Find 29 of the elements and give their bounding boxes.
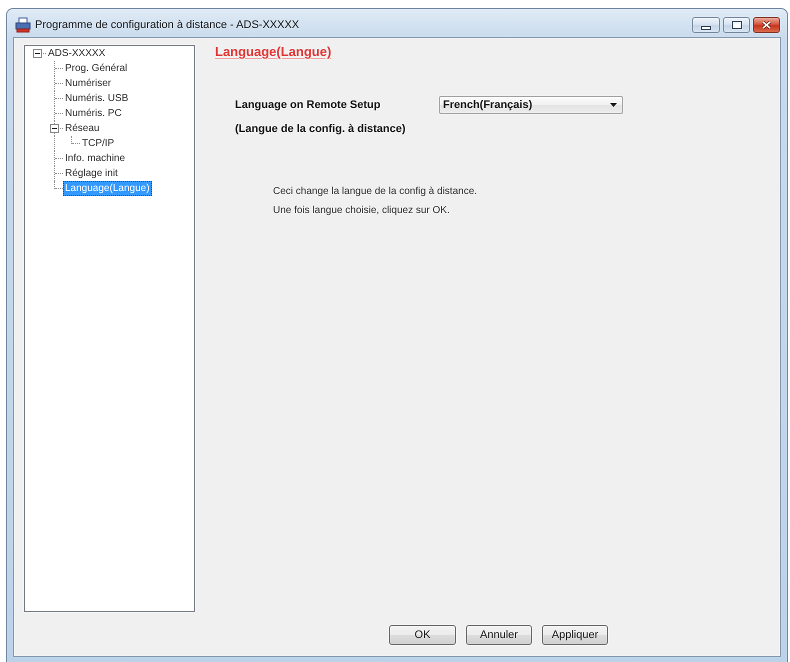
tree-item[interactable]: Prog. Général	[63, 61, 130, 76]
minus-icon[interactable]	[50, 124, 59, 133]
caret-icon	[610, 103, 617, 107]
close-button[interactable]	[753, 17, 780, 33]
tree-item[interactable]: Numéris. USB	[63, 91, 130, 106]
note-text: Une fois langue choisie, cliquez sur OK.	[273, 204, 451, 218]
language-select[interactable]: French(Français)	[439, 96, 623, 114]
tree-item[interactable]: ADS-XXXXX	[46, 46, 108, 61]
minus-icon[interactable]	[33, 49, 42, 58]
note-text: Ceci change la langue de la config à distance.	[273, 185, 478, 199]
ok-button[interactable]: OK	[389, 625, 456, 645]
tree-item[interactable]: Info. machine	[63, 151, 128, 166]
minimize-button[interactable]	[692, 17, 720, 33]
window-title: Programme de configuration à distance - ADS-XXXXX	[35, 18, 300, 32]
tree-item[interactable]: Numériser	[63, 76, 114, 91]
setting-label: Language on Remote Setup	[235, 99, 382, 111]
maximize-button[interactable]	[723, 17, 750, 33]
minimize-icon	[701, 26, 711, 30]
maximize-icon	[732, 21, 742, 29]
close-icon	[762, 21, 771, 29]
apply-button[interactable]: Appliquer	[542, 625, 608, 645]
tree-item[interactable]: TCP/IP	[80, 136, 116, 151]
page-title: Language(Langue)	[215, 45, 332, 59]
tree-item[interactable]: Numéris. PC	[63, 106, 124, 121]
printer-icon	[15, 17, 31, 33]
setting-sublabel: (Langue de la config. à distance)	[235, 122, 406, 137]
cancel-button[interactable]: Annuler	[466, 625, 532, 645]
tree-item[interactable]: Réseau	[63, 121, 102, 136]
tree-item[interactable]: Réglage init	[63, 166, 120, 181]
